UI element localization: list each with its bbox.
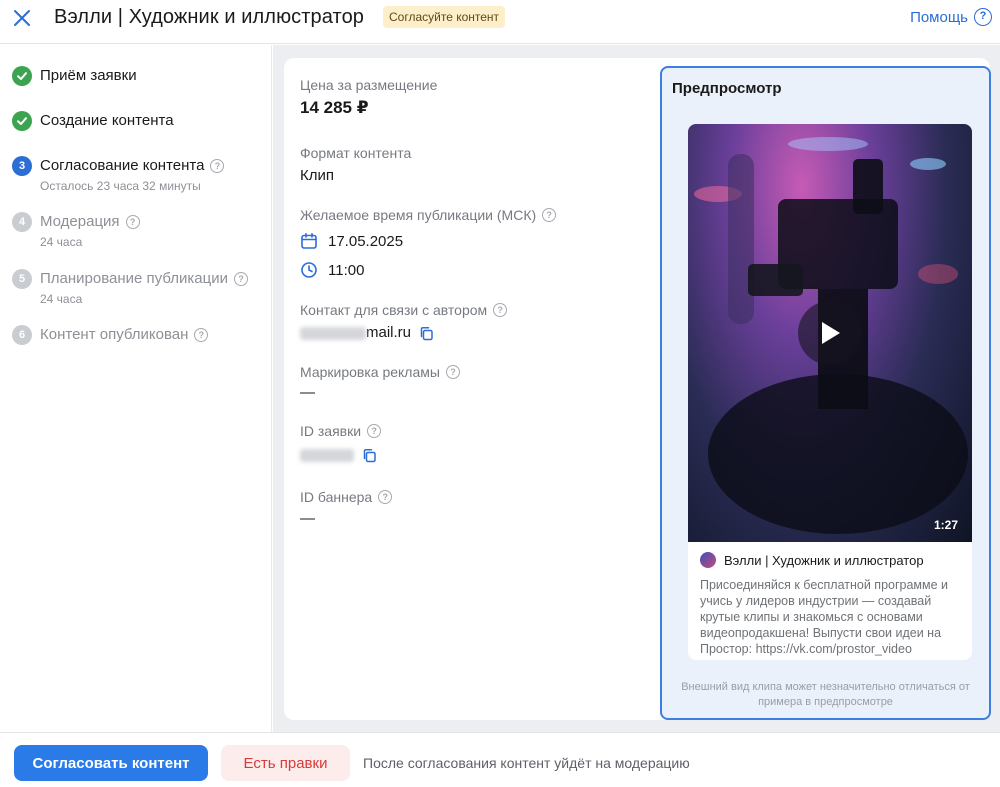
publish-time-row: 11:00 xyxy=(300,261,364,279)
footer-note: После согласования контент уйдёт на моде… xyxy=(363,755,690,771)
publish-time-label: Желаемое время публикации (МСК) ? xyxy=(300,207,557,223)
step-deadline: Осталось 23 часа 32 минуты xyxy=(40,179,201,193)
preview-title: Предпросмотр xyxy=(672,80,782,97)
publish-time-label-text: Желаемое время публикации (МСК) xyxy=(300,207,537,223)
preview-disclaimer: Внешний вид клипа может незначительно от… xyxy=(681,681,970,708)
preview-panel: Предпросмотр 1:27 Вэлли | Художник и илл… xyxy=(660,66,991,720)
step-publication-planning: 5 Планирование публикации ? 24 часа xyxy=(12,269,248,306)
request-id-label-text: ID заявки xyxy=(300,423,362,439)
step-duration: 24 часа xyxy=(40,235,83,249)
step-number: 3 xyxy=(12,156,32,176)
publish-date: 17.05.2025 xyxy=(328,232,404,250)
help-icon[interactable]: ? xyxy=(233,272,248,286)
step-content-published: 6 Контент опубликован ? xyxy=(12,325,209,345)
avatar xyxy=(700,552,716,568)
help-link[interactable]: Помощь ? xyxy=(910,6,992,28)
help-icon[interactable]: ? xyxy=(194,328,209,342)
clip-info: Вэлли | Художник и иллюстратор Присоедин… xyxy=(688,542,972,657)
ad-marking-label-text: Маркировка рекламы xyxy=(300,364,440,380)
help-icon[interactable]: ? xyxy=(367,424,382,438)
header: Вэлли | Художник и иллюстратор Согласуйт… xyxy=(0,0,1000,44)
help-icon[interactable]: ? xyxy=(542,208,557,222)
help-icon[interactable]: ? xyxy=(210,159,225,173)
price-value: 14 285 ₽ xyxy=(300,98,369,117)
publish-time: 11:00 xyxy=(328,261,365,279)
step-title: Создание контента xyxy=(40,112,174,129)
step-title: Планирование публикации xyxy=(40,270,228,287)
redacted-email-part xyxy=(300,326,366,340)
publish-date-row: 17.05.2025 xyxy=(300,232,403,250)
clip-author-name: Вэлли | Художник и иллюстратор xyxy=(724,552,924,568)
help-label[interactable]: Помощь xyxy=(910,9,968,26)
banner-id-label: ID баннера ? xyxy=(300,489,393,505)
help-icon[interactable]: ? xyxy=(378,490,393,504)
format-label: Формат контента xyxy=(300,145,412,161)
step-content-approval: 3 Согласование контента ? Осталось 23 ча… xyxy=(12,156,225,193)
step-title: Модерация xyxy=(40,213,120,230)
step-duration: 24 часа xyxy=(40,292,83,306)
request-id-value xyxy=(300,446,377,463)
clip-description: Присоединяйся к бесплатной программе и у… xyxy=(700,578,949,656)
help-icon[interactable]: ? xyxy=(974,8,992,26)
step-done-icon xyxy=(12,111,32,131)
page-title: Вэлли | Художник и иллюстратор xyxy=(54,6,365,28)
step-number: 5 xyxy=(12,269,32,289)
step-content-creation: Создание контента xyxy=(12,111,174,131)
contact-domain: mail.ru xyxy=(366,324,412,341)
clock-icon xyxy=(301,262,317,278)
step-number: 4 xyxy=(12,212,32,232)
help-icon[interactable]: ? xyxy=(125,215,140,229)
close-button[interactable] xyxy=(10,6,34,30)
step-moderation: 4 Модерация ? 24 часа xyxy=(12,212,140,249)
format-value: Клип xyxy=(300,167,334,184)
redacted-request-id xyxy=(300,448,354,462)
calendar-icon xyxy=(301,233,317,249)
contact-label-text: Контакт для связи с автором xyxy=(300,302,488,318)
ad-marking-label: Маркировка рекламы ? xyxy=(300,364,460,380)
copy-icon[interactable] xyxy=(362,448,377,463)
status-badge: Согласуйте контент xyxy=(383,6,506,28)
play-button[interactable] xyxy=(798,301,862,365)
video-thumbnail[interactable]: 1:27 xyxy=(688,124,972,542)
step-done-icon xyxy=(12,66,32,86)
clip-card[interactable]: 1:27 Вэлли | Художник и иллюстратор Прис… xyxy=(688,124,972,660)
clip-author: Вэлли | Художник и иллюстратор xyxy=(700,552,960,568)
contact-value: mail.ru xyxy=(300,324,434,341)
play-icon[interactable] xyxy=(818,320,842,346)
banner-id-value: — xyxy=(300,510,315,527)
close-icon[interactable] xyxy=(12,8,32,28)
stepper-sidebar xyxy=(0,45,272,732)
ad-marking-value: — xyxy=(300,384,315,401)
help-icon[interactable]: ? xyxy=(493,303,508,317)
price-label: Цена за размещение xyxy=(300,77,438,93)
contact-label: Контакт для связи с автором ? xyxy=(300,302,508,318)
request-edits-button[interactable]: Есть правки xyxy=(221,745,350,781)
video-duration: 1:27 xyxy=(933,518,958,532)
step-title: Контент опубликован xyxy=(40,326,189,343)
step-title: Приём заявки xyxy=(40,67,137,84)
approve-content-button[interactable]: Согласовать контент xyxy=(14,745,208,781)
copy-icon[interactable] xyxy=(419,326,434,341)
step-application-received: Приём заявки xyxy=(12,66,137,86)
footer-bar: Согласовать контент Есть правки После со… xyxy=(0,732,1000,787)
request-id-label: ID заявки ? xyxy=(300,423,382,439)
help-icon[interactable]: ? xyxy=(445,365,460,379)
step-number: 6 xyxy=(12,325,32,345)
banner-id-label-text: ID баннера xyxy=(300,489,373,505)
step-title: Согласование контента xyxy=(40,157,205,174)
